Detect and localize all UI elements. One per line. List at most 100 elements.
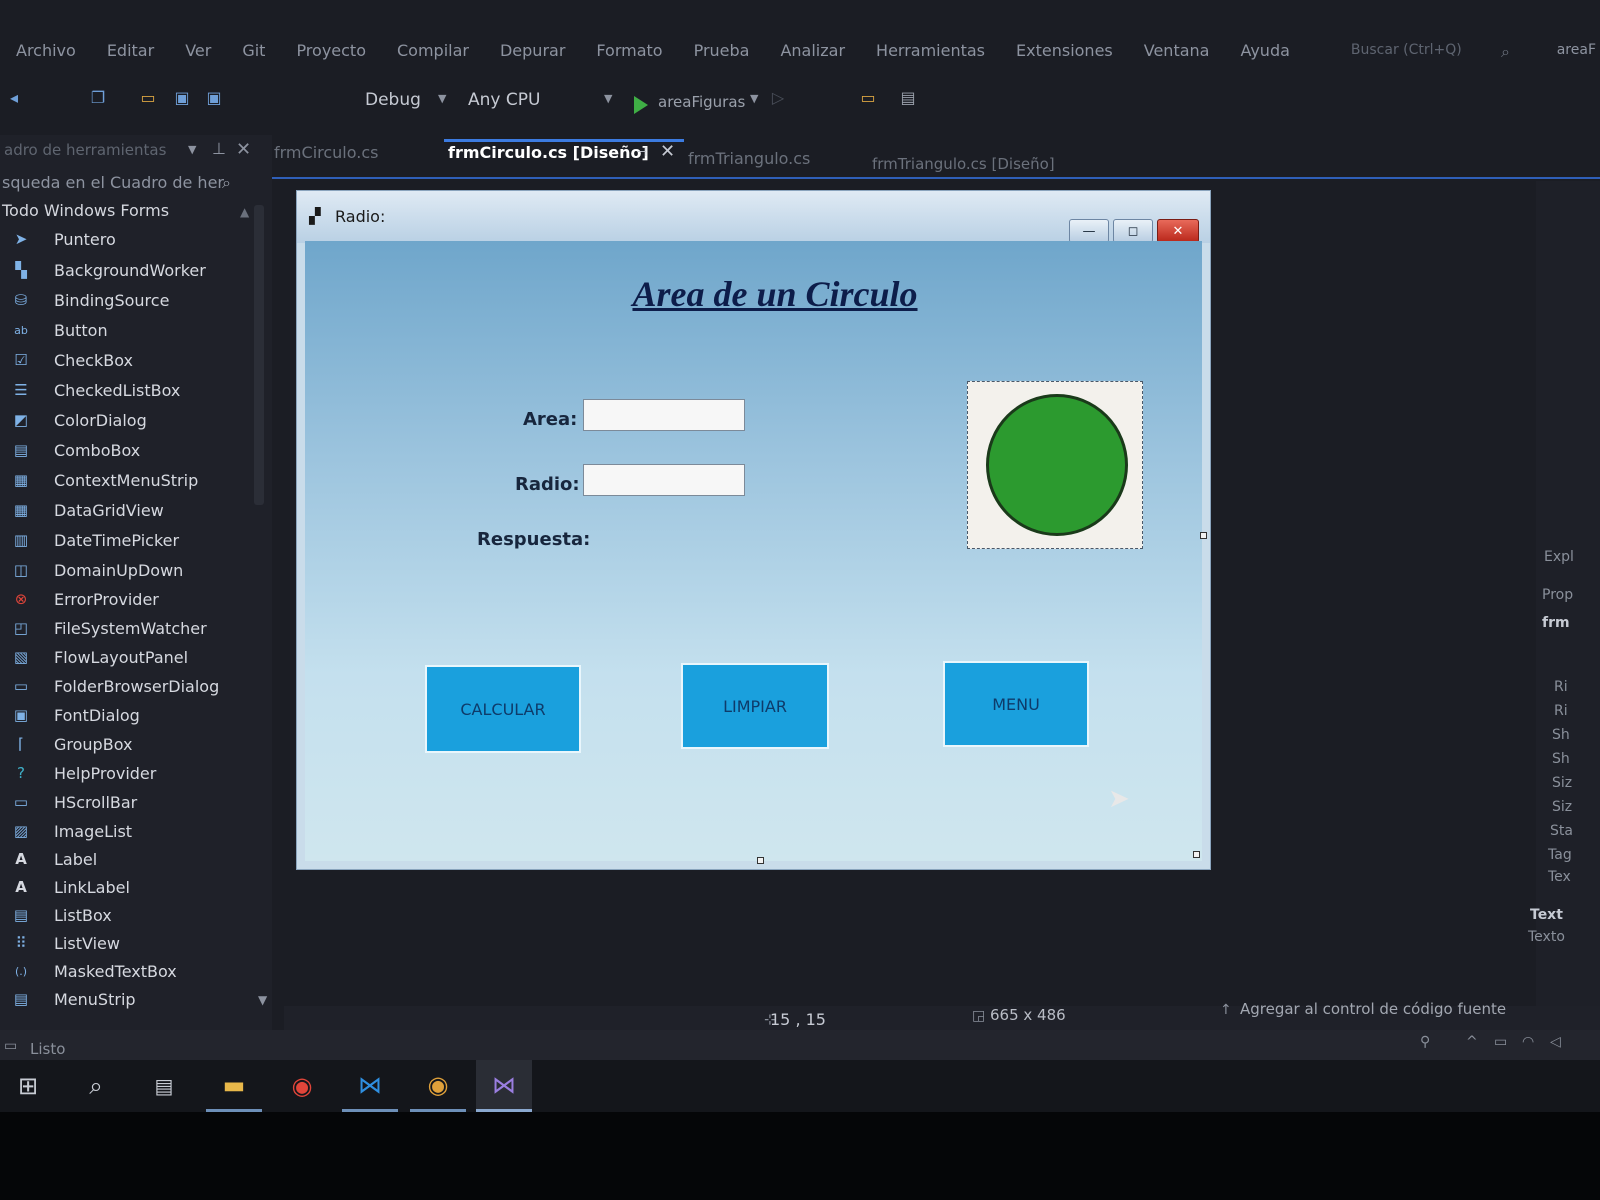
toolbox-item[interactable]: ▣ FontDialog: [0, 701, 252, 729]
toolbox-item[interactable]: ▤ ComboBox: [0, 436, 252, 464]
layout-icon[interactable]: ▤: [898, 88, 918, 108]
toolbox-item[interactable]: ▤ ListBox: [0, 901, 252, 929]
source-control-button[interactable]: Agregar al control de código fuente: [1240, 1000, 1506, 1018]
new-project-icon[interactable]: ❐: [88, 88, 108, 108]
menu-item-archivo[interactable]: Archivo: [16, 41, 76, 60]
toolbox-item[interactable]: ▦ DataGridView: [0, 496, 252, 524]
notification-icon[interactable]: ⚲: [1420, 1034, 1430, 1050]
tray-chevron-icon[interactable]: ^: [1466, 1034, 1478, 1050]
chevron-down-icon[interactable]: ▼: [438, 92, 446, 105]
save-icon[interactable]: ▣: [172, 88, 192, 108]
menu-item-herramientas[interactable]: Herramientas: [876, 41, 985, 60]
properties-tab[interactable]: Prop: [1542, 587, 1573, 603]
toolbox-item[interactable]: ? HelpProvider: [0, 759, 252, 787]
calcular-button[interactable]: CALCULAR: [425, 665, 581, 753]
scrollbar-thumb[interactable]: [254, 205, 264, 505]
toolbox-item[interactable]: ➤ Puntero: [0, 225, 252, 253]
chrome-canary-icon[interactable]: ◉: [410, 1060, 466, 1112]
toolbox-item[interactable]: ▭ HScrollBar: [0, 788, 252, 816]
tab-frmcirculo-code[interactable]: frmCirculo.cs: [274, 143, 378, 162]
toolbox-item[interactable]: ⌈ GroupBox: [0, 730, 252, 758]
menu-item-proyecto[interactable]: Proyecto: [296, 41, 366, 60]
chrome-icon[interactable]: ◉: [274, 1060, 330, 1112]
toolbox-item[interactable]: ▧ FlowLayoutPanel: [0, 643, 252, 671]
close-icon[interactable]: ✕: [236, 139, 251, 160]
back-icon[interactable]: ◂: [4, 88, 24, 108]
folder-icon[interactable]: ▭: [858, 88, 878, 108]
property-row[interactable]: Ri: [1554, 679, 1568, 695]
toolbox-item[interactable]: ▭ FolderBrowserDialog: [0, 672, 252, 700]
toolbox-item[interactable]: ⊗ ErrorProvider: [0, 585, 252, 613]
property-row[interactable]: Sh: [1552, 751, 1570, 767]
menu-item-ver[interactable]: Ver: [185, 41, 211, 60]
chevron-down-icon[interactable]: ▼: [604, 92, 612, 105]
area-textbox[interactable]: [583, 399, 745, 431]
close-button[interactable]: ✕: [1157, 219, 1199, 243]
search-icon[interactable]: ⌕: [222, 173, 231, 193]
radio-textbox[interactable]: [583, 464, 745, 496]
tab-frmtriangulo-design[interactable]: frmTriangulo.cs [Diseño]: [872, 155, 1055, 173]
toolbox-item[interactable]: ⛁ BindingSource: [0, 286, 252, 314]
property-row[interactable]: Siz: [1552, 775, 1572, 791]
platform-dropdown[interactable]: Any CPU: [468, 90, 540, 110]
chevron-down-icon[interactable]: ▼: [750, 92, 758, 105]
open-folder-icon[interactable]: ▭: [138, 88, 158, 108]
toolbox-item[interactable]: ▤ MenuStrip: [0, 985, 252, 1013]
collapse-icon[interactable]: ▲: [240, 205, 249, 219]
menu-item-prueba[interactable]: Prueba: [694, 41, 750, 60]
menu-item-analizar[interactable]: Analizar: [780, 41, 845, 60]
start-icon[interactable]: [634, 96, 648, 114]
menu-item-depurar[interactable]: Depurar: [500, 41, 565, 60]
toolbox-item[interactable]: ◫ DomainUpDown: [0, 556, 252, 584]
property-row[interactable]: Ri: [1554, 703, 1568, 719]
minimize-button[interactable]: —: [1069, 219, 1109, 243]
menu-item-ayuda[interactable]: Ayuda: [1240, 41, 1289, 60]
battery-icon[interactable]: ▭: [1494, 1034, 1507, 1050]
toolbox-item[interactable]: ▥ DateTimePicker: [0, 526, 252, 554]
menu-item-compilar[interactable]: Compilar: [397, 41, 469, 60]
save-all-icon[interactable]: ▣: [204, 88, 224, 108]
menu-item-editar[interactable]: Editar: [107, 41, 154, 60]
start-project-button[interactable]: areaFiguras: [658, 93, 745, 111]
toolbox-item[interactable]: ☑ CheckBox: [0, 346, 252, 374]
arrow-up-icon[interactable]: ↑: [1220, 1002, 1232, 1018]
maximize-button[interactable]: ◻: [1113, 219, 1153, 243]
scroll-down-icon[interactable]: ▼: [258, 993, 267, 1007]
toolbox-category[interactable]: Todo Windows Forms: [2, 201, 169, 220]
limpiar-button[interactable]: LIMPIAR: [681, 663, 829, 749]
toolbox-item[interactable]: ab Button: [0, 316, 252, 344]
search-box[interactable]: Buscar (Ctrl+Q): [1351, 42, 1462, 58]
toolbox-item[interactable]: ☰ CheckedListBox: [0, 376, 252, 404]
property-row[interactable]: Tex: [1548, 869, 1571, 885]
explorer-tab[interactable]: Expl: [1544, 549, 1574, 565]
resize-handle-right[interactable]: [1200, 532, 1207, 539]
close-icon[interactable]: ✕: [660, 141, 675, 162]
toolbox-item[interactable]: ◰ FileSystemWatcher: [0, 614, 252, 642]
wifi-icon[interactable]: ◠: [1522, 1034, 1534, 1050]
start-without-debug-icon[interactable]: ▷: [768, 88, 788, 108]
chevron-down-icon[interactable]: ▼: [188, 143, 196, 156]
resize-handle-bottom[interactable]: [757, 857, 764, 864]
toolbox-item[interactable]: ▨ ImageList: [0, 817, 252, 845]
pin-icon[interactable]: ⊣: [636, 145, 647, 160]
tab-frmtriangulo-code[interactable]: frmTriangulo.cs: [688, 149, 810, 168]
menu-item-formato[interactable]: Formato: [596, 41, 662, 60]
toolbox-item[interactable]: A LinkLabel: [0, 873, 252, 901]
property-row[interactable]: Sta: [1550, 823, 1573, 839]
file-explorer-icon[interactable]: ▬: [206, 1060, 262, 1112]
toolbox-item[interactable]: ◩ ColorDialog: [0, 406, 252, 434]
tab-frmcirculo-design[interactable]: frmCirculo.cs [Diseño]: [448, 143, 649, 162]
toolbox-item[interactable]: ⠿ ListView: [0, 929, 252, 957]
toolbox-item[interactable]: ▦ ContextMenuStrip: [0, 466, 252, 494]
property-row[interactable]: Tag: [1548, 847, 1572, 863]
pin-icon[interactable]: ⊥: [212, 139, 226, 158]
windows-start-icon[interactable]: ⊞: [0, 1060, 56, 1112]
visual-studio-icon[interactable]: ⋈: [476, 1060, 532, 1112]
circle-picturebox[interactable]: [967, 381, 1143, 549]
menu-item-git[interactable]: Git: [242, 41, 265, 60]
property-row[interactable]: Sh: [1552, 727, 1570, 743]
menu-item-ventana[interactable]: Ventana: [1144, 41, 1210, 60]
task-view-icon[interactable]: ▤: [136, 1060, 192, 1112]
menu-button[interactable]: MENU: [943, 661, 1089, 747]
menu-item-extensiones[interactable]: Extensiones: [1016, 41, 1113, 60]
